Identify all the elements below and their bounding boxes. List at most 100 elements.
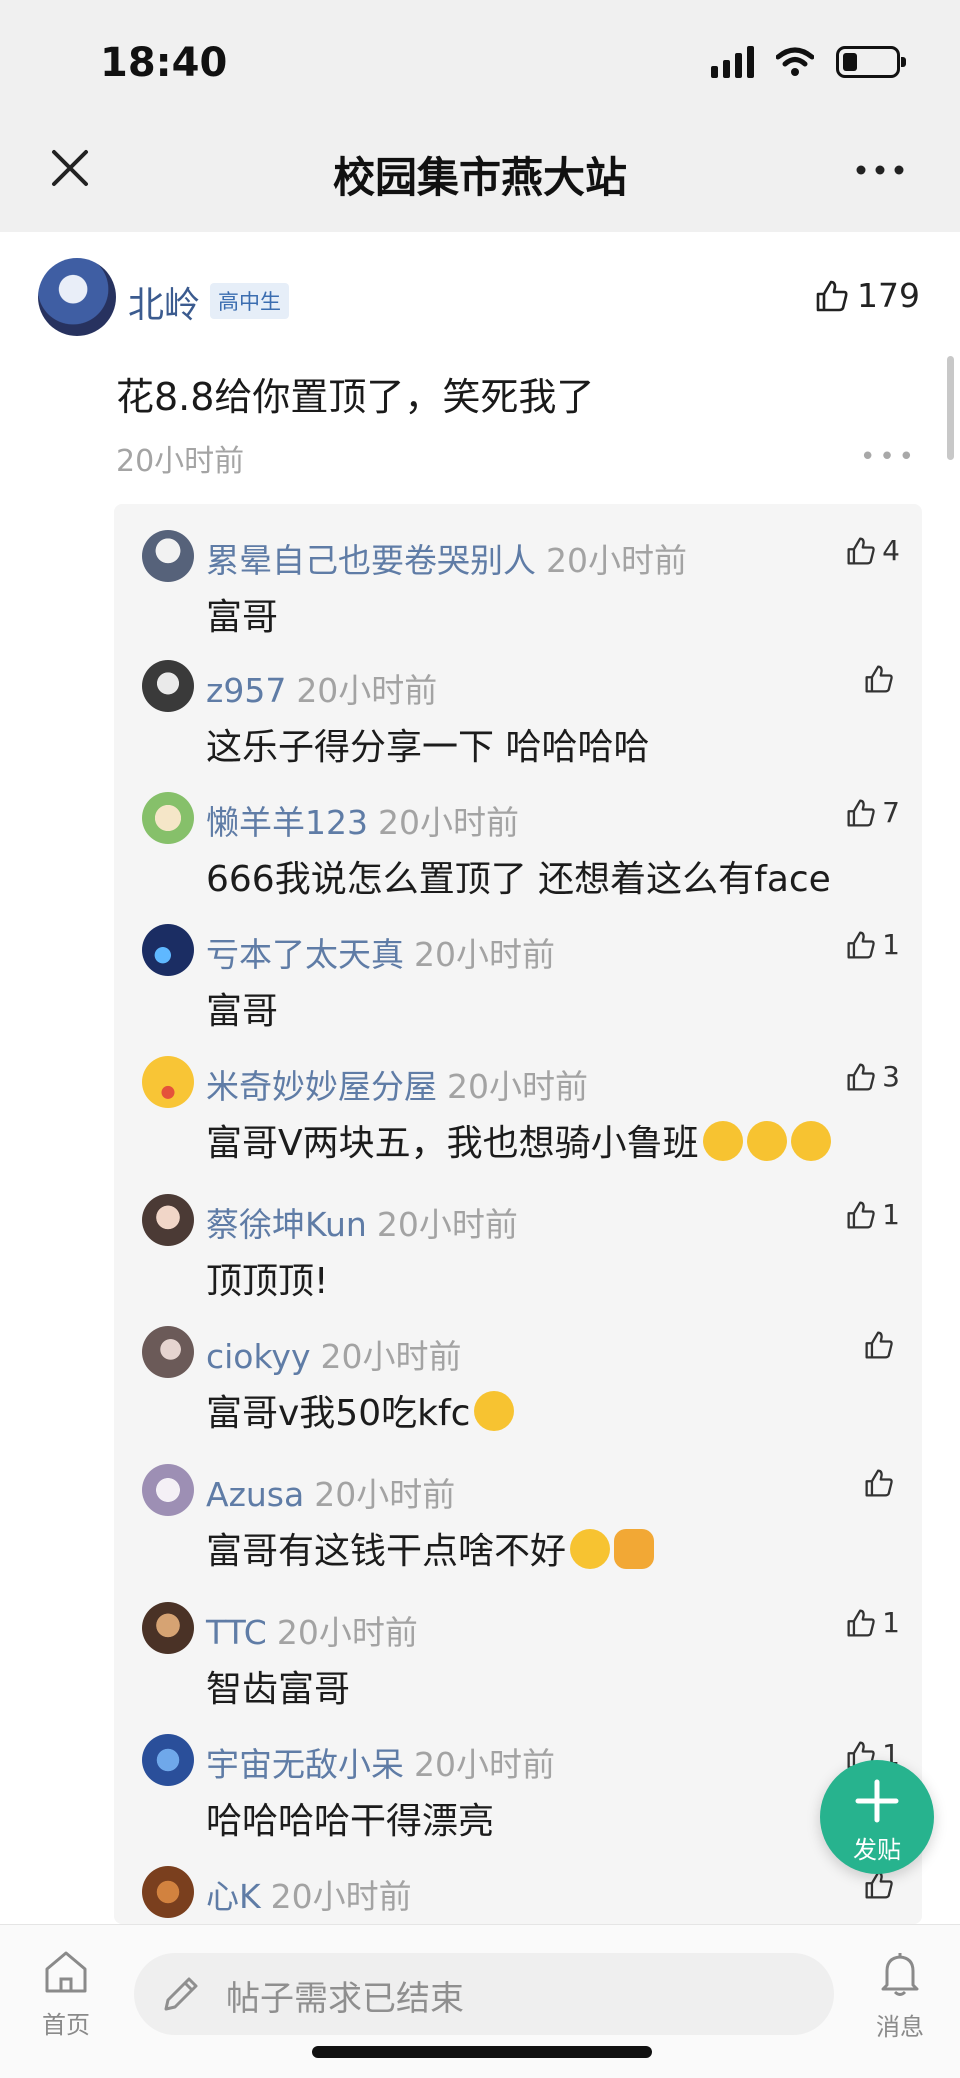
reply-author[interactable]: Azusa [206, 1475, 304, 1514]
reply-author[interactable]: 蔡徐坤Kun [206, 1205, 367, 1244]
like-count: 1 [882, 1198, 900, 1231]
like-button[interactable]: 1 [846, 928, 900, 961]
like-button[interactable]: 4 [846, 534, 900, 567]
like-count: 179 [857, 276, 920, 315]
scrollbar[interactable] [947, 356, 954, 460]
more-options-button[interactable] [850, 150, 910, 190]
crying-emoji-icon [474, 1391, 515, 1431]
thumbs-up-icon [865, 1331, 893, 1359]
more-icon [856, 165, 904, 175]
reply-time: 20小时前 [270, 1877, 412, 1916]
thumbs-up-icon [847, 799, 875, 826]
home-indicator[interactable] [312, 2046, 652, 2058]
user-badge: 高中生 [210, 283, 289, 319]
avatar[interactable] [38, 258, 116, 336]
battery-icon [836, 46, 906, 78]
avatar[interactable] [142, 530, 194, 582]
like-button[interactable]: 3 [846, 1060, 900, 1093]
reply-text: 这乐子得分享一下 哈哈哈哈 [206, 727, 650, 768]
status-icons [711, 46, 906, 78]
thumbs-up-icon [847, 1201, 875, 1228]
avatar[interactable] [142, 1866, 194, 1918]
page-title: 校园集市燕大站 [332, 153, 627, 202]
avatar[interactable] [142, 924, 194, 976]
reply-text: 富哥 [206, 991, 279, 1032]
avatar[interactable] [142, 1194, 194, 1246]
reply-author[interactable]: 宇宙无敌小呆 [206, 1745, 404, 1784]
comment-time: 20小时前 [116, 444, 245, 479]
plus-icon [855, 1779, 899, 1823]
avatar[interactable] [142, 1464, 194, 1516]
reply-text: 智齿富哥 [206, 1669, 351, 1710]
reply-author[interactable]: 累晕自己也要卷哭别人 [206, 541, 536, 580]
tab-home[interactable]: 首页 [30, 1949, 102, 2040]
laughing-emoji-icon [702, 1121, 743, 1161]
comment-text: 花8.8给你置顶了，笑死我了 [116, 375, 595, 419]
like-button[interactable]: 1 [846, 1606, 900, 1639]
sobbing-emoji-icon [570, 1529, 611, 1569]
thumbs-up-icon [847, 1063, 875, 1090]
laughing-emoji-icon [746, 1121, 787, 1161]
reply-author[interactable]: z957 [206, 671, 286, 710]
like-button[interactable] [864, 1870, 900, 1900]
thumbs-up-icon [865, 1871, 893, 1899]
reply-time: 20小时前 [376, 1205, 518, 1244]
reply-text: 哈哈哈哈干得漂亮 [206, 1801, 495, 1842]
author-name[interactable]: 北岭 [128, 276, 200, 328]
bell-icon [881, 1953, 919, 1996]
reply-time: 20小时前 [378, 803, 519, 842]
thumbs-up-icon [847, 931, 875, 958]
reply-text: 富哥 [206, 597, 279, 638]
avatar[interactable] [142, 1056, 194, 1108]
thumbs-up-icon [816, 280, 848, 311]
like-count: 7 [882, 796, 900, 829]
like-count: 1 [882, 1606, 900, 1639]
like-button[interactable] [864, 664, 900, 694]
reply-text: 富哥V两块五，我也想骑小鲁班 [206, 1123, 699, 1164]
like-button[interactable] [864, 1468, 900, 1498]
reply-time: 20小时前 [447, 1067, 588, 1106]
like-button[interactable]: 1 [846, 1198, 900, 1231]
like-count: 3 [882, 1060, 900, 1093]
avatar[interactable] [142, 1734, 194, 1786]
new-post-button[interactable]: 发贴 [820, 1760, 934, 1874]
reply-input-placeholder: 帖子需求已结束 [226, 1979, 464, 2019]
reply-author[interactable]: 懒羊羊123 [206, 803, 368, 842]
reply-author[interactable]: 米奇妙妙屋分屋 [206, 1067, 437, 1106]
reply-time: 20小时前 [276, 1613, 418, 1652]
like-count: 1 [882, 928, 900, 961]
avatar[interactable] [142, 1602, 194, 1654]
thumbs-up-icon [847, 537, 875, 564]
reply-time: 20小时前 [414, 935, 555, 974]
reply-author[interactable]: ciokyy [206, 1337, 311, 1376]
wifi-icon [776, 47, 814, 76]
like-button[interactable]: 7 [846, 796, 900, 829]
reply-author[interactable]: TTC [206, 1613, 267, 1652]
avatar[interactable] [142, 792, 194, 844]
top-bar: 18:40 校园集市燕大站 [0, 0, 960, 232]
tab-messages[interactable]: 消息 [864, 1949, 936, 2042]
comment-more-button[interactable]: ••• [860, 442, 918, 472]
like-button[interactable] [864, 1330, 900, 1360]
replies-panel: 累晕自己也要卷哭别人 20小时前 富哥 4 z957 20小时前 这乐子得分享一下 … [114, 504, 922, 1924]
signal-icon [711, 46, 754, 78]
like-button[interactable]: 179 [815, 276, 920, 315]
reply-text: 666我说怎么置顶了 还想着这么有face [206, 859, 831, 900]
fist-emoji-icon [614, 1529, 655, 1569]
avatar[interactable] [142, 660, 194, 712]
tab-messages-label: 消息 [876, 2013, 924, 2041]
status-time: 18:40 [100, 40, 228, 86]
reply-time: 20小时前 [314, 1475, 456, 1514]
tab-home-label: 首页 [42, 2011, 90, 2039]
laughing-emoji-icon [790, 1121, 831, 1161]
reply-author[interactable]: 亏本了太天真 [206, 935, 404, 974]
reply-time: 20小时前 [320, 1337, 462, 1376]
home-icon [45, 1951, 87, 1993]
reply-input[interactable]: 帖子需求已结束 [134, 1953, 834, 2035]
reply-text: 顶顶顶! [206, 1261, 329, 1302]
thumbs-up-icon [865, 1469, 893, 1497]
reply-text: 富哥有这钱干点啥不好 [206, 1531, 567, 1572]
reply-time: 20小时前 [296, 671, 438, 710]
reply-author[interactable]: 心K [206, 1877, 261, 1916]
avatar[interactable] [142, 1326, 194, 1378]
